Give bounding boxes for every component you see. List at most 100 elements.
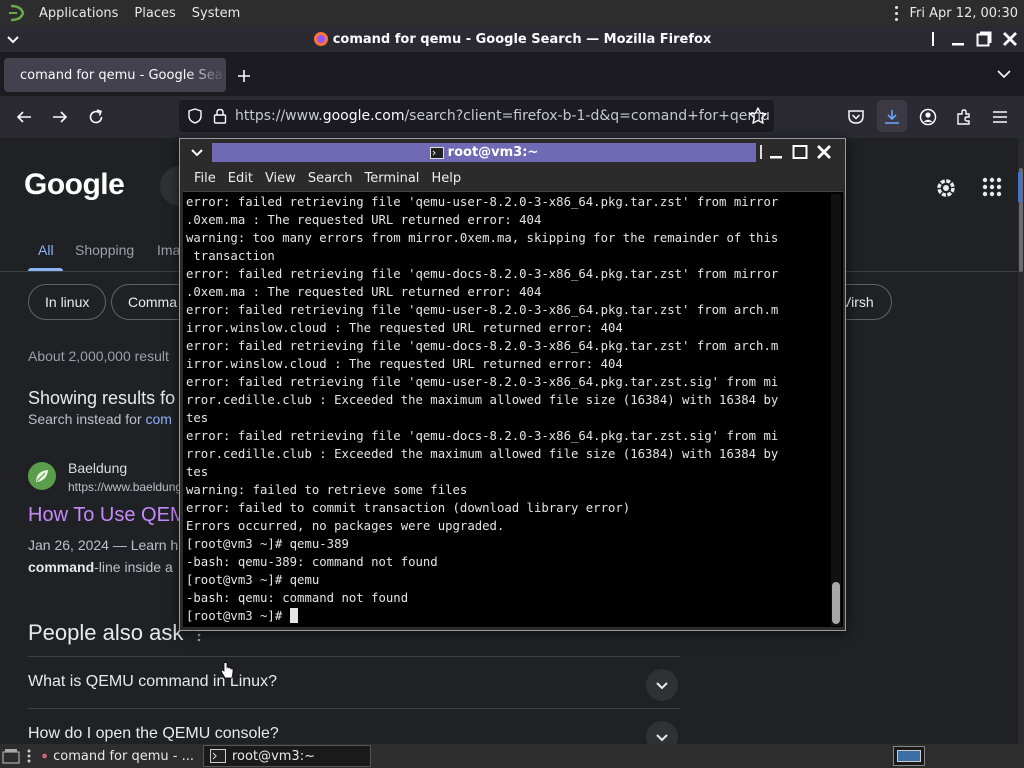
places-menu[interactable]: Places	[130, 6, 179, 21]
terminal-line: error: failed retrieving file 'qemu-docs…	[186, 339, 779, 353]
firefox-logo-icon	[313, 32, 328, 46]
tab-google-search[interactable]: G comand for qemu - Google Search	[4, 58, 226, 92]
menu-search[interactable]: Search	[308, 171, 353, 186]
terminal-output[interactable]: error: failed retrieving file 'qemu-user…	[183, 191, 843, 627]
tab-all[interactable]: All	[38, 242, 54, 258]
terminal-line: warning: failed to retrieve some files	[186, 483, 468, 497]
firefox-window-titlebar[interactable]: comand for qemu - Google Search — Mozill…	[0, 26, 1024, 52]
settings-gear-icon[interactable]	[934, 176, 958, 200]
terminal-line: error: failed retrieving file 'qemu-docs…	[186, 429, 779, 443]
terminal-title: root@vm3:~	[212, 143, 756, 162]
reload-icon[interactable]	[84, 105, 108, 129]
minimize-button[interactable]	[948, 29, 968, 49]
taskbar-firefox-label: comand for qemu - ...	[53, 748, 194, 764]
applications-menu[interactable]: Applications	[35, 6, 122, 21]
terminal-scrollbar-thumb[interactable]	[832, 582, 840, 624]
google-apps-grid-icon[interactable]	[981, 176, 1003, 198]
pocket-icon[interactable]	[844, 105, 868, 129]
page-scrollbar[interactable]	[1018, 138, 1024, 744]
new-tab-button[interactable]	[232, 64, 256, 88]
baeldung-site-icon[interactable]	[28, 462, 56, 490]
terminal-line: transaction	[186, 249, 275, 263]
menu-view[interactable]: View	[265, 171, 296, 186]
taskbar-firefox[interactable]: comand for qemu - ...	[36, 745, 200, 767]
terminal-scrollbar[interactable]	[831, 194, 841, 626]
page-scrollbar-indicator	[1018, 172, 1022, 202]
url-bar[interactable]: https://www.google.com/search?client=fir…	[179, 100, 774, 132]
panel-handle-icon[interactable]	[26, 748, 32, 764]
system-menu[interactable]: System	[188, 6, 244, 21]
workspace-switcher-1[interactable]	[893, 746, 925, 766]
back-arrow-icon[interactable]	[12, 105, 36, 129]
workspace-switcher-2[interactable]	[929, 746, 961, 766]
paa-question[interactable]: How do I open the QEMU console?	[28, 708, 680, 744]
url-text: https://www.google.com/search?client=fir…	[235, 108, 770, 124]
downloads-icon[interactable]	[880, 105, 904, 129]
chip-virsh[interactable]: Virsh	[842, 284, 892, 320]
applications-logo-icon[interactable]	[6, 2, 28, 24]
google-logo[interactable]: Google	[24, 168, 125, 202]
terminal-window[interactable]: root@vm3:~ File Edit View Search Termina…	[179, 138, 846, 631]
terminal-menubar: File Edit View Search Terminal Help	[182, 166, 843, 191]
terminal-prompt-line[interactable]: [root@vm3 ~]#	[186, 607, 828, 625]
hamburger-menu-icon[interactable]	[988, 105, 1012, 129]
menu-terminal[interactable]: Terminal	[364, 171, 419, 186]
terminal-line: .0xem.ma : The requested URL returned er…	[186, 285, 542, 299]
taskbar-terminal[interactable]: root@vm3:~	[203, 745, 371, 767]
search-instead-for: Search instead for com	[28, 411, 172, 427]
terminal-line: error: failed retrieving file 'qemu-user…	[186, 375, 779, 389]
window-menu-chevron-icon[interactable]	[4, 30, 22, 48]
terminal-app-icon	[210, 749, 226, 763]
firefox-window-title: comand for qemu - Google Search — Mozill…	[313, 31, 712, 47]
paa-question[interactable]: What is QEMU command in Linux?	[28, 656, 680, 708]
result-stats: About 2,000,000 result	[28, 348, 169, 364]
firefox-window-title-text: comand for qemu - Google Search — Mozill…	[332, 31, 712, 47]
desktop: { "top_panel": { "menus": ["Applications…	[0, 0, 1024, 768]
hand-pointer-cursor-icon	[220, 662, 234, 680]
menu-edit[interactable]: Edit	[228, 171, 253, 186]
terminal-line: error: failed retrieving file 'qemu-user…	[186, 303, 779, 317]
window-menu-chevron-icon[interactable]	[188, 143, 206, 161]
panel-more-icon[interactable]	[889, 3, 903, 23]
close-button[interactable]	[814, 142, 834, 162]
top-panel: Applications Places System Fri Apr 12, 0…	[0, 0, 1024, 26]
result-site-name[interactable]: Baeldung	[68, 460, 127, 476]
expand-chevron-down-icon[interactable]	[646, 721, 678, 744]
maximize-button[interactable]	[974, 29, 994, 49]
close-button[interactable]	[1000, 29, 1020, 49]
result-site-url[interactable]: https://www.baeldung	[68, 480, 182, 494]
terminal-title-text: root@vm3:~	[447, 145, 539, 160]
terminal-app-icon	[429, 146, 444, 159]
terminal-line: Errors occurred, no packages were upgrad…	[186, 519, 505, 533]
extensions-puzzle-icon[interactable]	[952, 105, 976, 129]
lock-icon[interactable]	[213, 108, 227, 124]
titlebar-separator	[932, 32, 934, 46]
tab-shopping[interactable]: Shopping	[75, 242, 134, 258]
clock[interactable]: Fri Apr 12, 00:30	[909, 6, 1018, 21]
chip-in-linux[interactable]: In linux	[28, 284, 107, 320]
menu-file[interactable]: File	[194, 171, 216, 186]
terminal-line: error: failed retrieving file 'qemu-docs…	[186, 267, 779, 281]
tracking-protection-shield-icon[interactable]	[187, 108, 203, 124]
terminal-titlebar[interactable]: root@vm3:~	[180, 139, 845, 165]
result-snippet: Jan 26, 2024 — Learn h command-line insi…	[28, 537, 179, 575]
list-all-tabs-chevron-icon[interactable]	[994, 64, 1014, 84]
terminal-line: rror.cedille.club : Exceeded the maximum…	[186, 447, 779, 461]
minimize-button[interactable]	[766, 142, 786, 162]
firefox-tab-bar: G comand for qemu - Google Search	[0, 52, 1024, 96]
account-icon[interactable]	[916, 105, 940, 129]
chip-command[interactable]: Comma	[111, 284, 181, 320]
expand-chevron-down-icon[interactable]	[646, 669, 678, 701]
search-instead-link[interactable]: com	[146, 411, 172, 427]
bookmark-star-icon[interactable]	[748, 106, 768, 126]
tab-images[interactable]: Ima	[157, 242, 180, 258]
menu-help[interactable]: Help	[431, 171, 461, 186]
terminal-line: .0xem.ma : The requested URL returned er…	[186, 213, 542, 227]
maximize-button[interactable]	[790, 142, 810, 162]
people-also-ask-heading: People also ask	[28, 620, 184, 645]
forward-arrow-icon[interactable]	[48, 105, 72, 129]
show-desktop-icon[interactable]	[2, 748, 20, 764]
firefox-logo-icon	[42, 753, 47, 759]
terminal-line: tes	[186, 411, 209, 425]
result-title-link[interactable]: How To Use QEM	[28, 504, 187, 527]
